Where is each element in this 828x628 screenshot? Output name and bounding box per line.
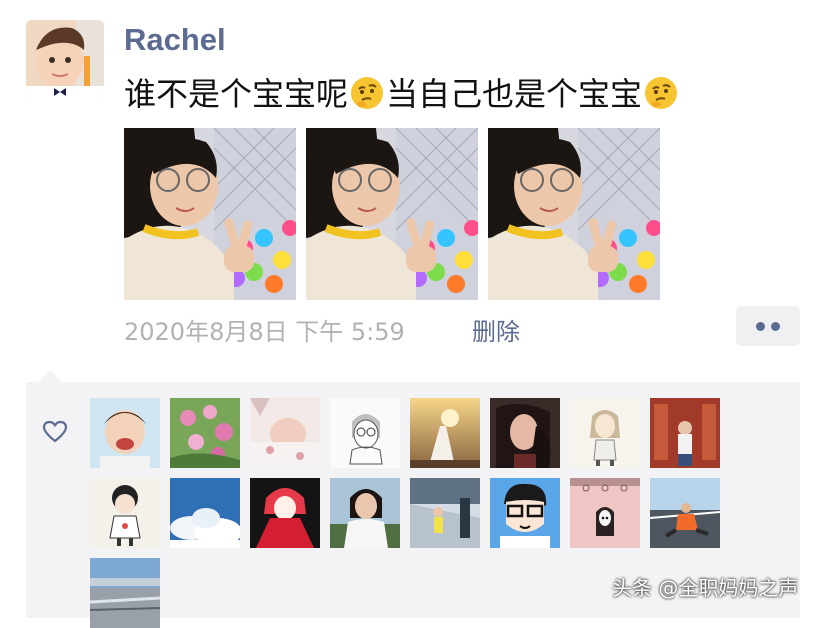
liker-avatar[interactable]: [330, 478, 400, 548]
liker-avatar[interactable]: [650, 478, 720, 548]
more-options-button[interactable]: [736, 306, 800, 346]
dot-icon: [756, 322, 765, 331]
post-photo[interactable]: [306, 128, 478, 300]
liker-avatar[interactable]: [410, 398, 480, 468]
avatar[interactable]: [26, 20, 104, 98]
thinking-face-icon: [643, 75, 679, 111]
liker-avatar[interactable]: [90, 478, 160, 548]
post-timestamp: 2020年8月8日 下午 5:59: [124, 318, 405, 346]
liker-avatar[interactable]: [250, 478, 320, 548]
watermark-text: 头条 @全职妈妈之声: [612, 576, 799, 600]
liker-avatar[interactable]: [170, 398, 240, 468]
liker-avatar[interactable]: [650, 398, 720, 468]
liker-avatar[interactable]: [490, 398, 560, 468]
liker-avatar[interactable]: [570, 398, 640, 468]
liker-avatar[interactable]: [570, 478, 640, 548]
delete-link[interactable]: 删除: [472, 312, 520, 347]
heart-icon: [42, 420, 68, 444]
post-text-part2: 当自己也是个宝宝: [386, 75, 643, 113]
likes-panel-pointer: [38, 370, 62, 382]
username[interactable]: Rachel: [124, 22, 226, 58]
post-photo[interactable]: [488, 128, 660, 300]
post-photo[interactable]: [124, 128, 296, 300]
liker-avatar[interactable]: [250, 398, 320, 468]
liker-avatar[interactable]: [490, 478, 560, 548]
liker-avatar[interactable]: [90, 398, 160, 468]
thinking-face-icon: [349, 75, 385, 111]
liker-avatar[interactable]: [330, 398, 400, 468]
post-text: 谁不是个宝宝呢 当自己也是个宝宝: [124, 74, 680, 114]
dot-icon: [771, 322, 780, 331]
liker-avatar[interactable]: [170, 478, 240, 548]
liker-avatar[interactable]: [410, 478, 480, 548]
post-text-part1: 谁不是个宝宝呢: [124, 75, 349, 113]
